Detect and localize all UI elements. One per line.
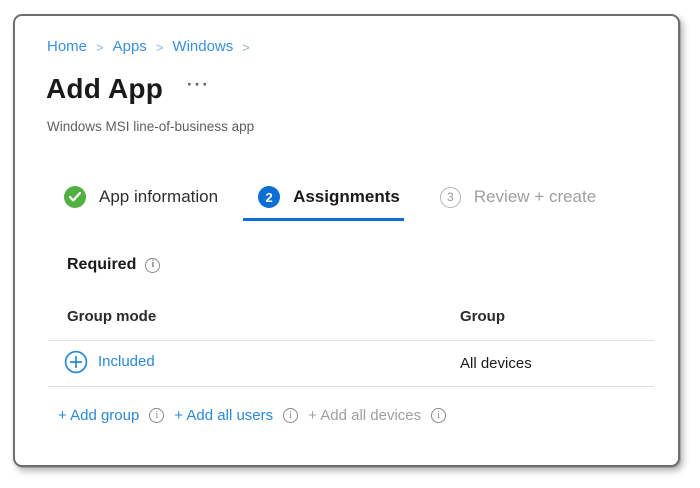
step-label: Review + create bbox=[473, 187, 597, 206]
assignment-actions: + Add group + Add all users + Add all de… bbox=[58, 407, 449, 424]
step-2-badge: 2 bbox=[258, 186, 281, 208]
plus-circle-icon bbox=[64, 350, 88, 373]
required-section-heading: Required bbox=[67, 256, 161, 274]
group-mode-cell: Included bbox=[48, 350, 460, 378]
info-icon[interactable] bbox=[149, 408, 165, 423]
breadcrumb: Home > Apps > Windows > bbox=[47, 38, 250, 55]
breadcrumb-link-apps[interactable]: Apps bbox=[113, 38, 147, 55]
page-subtitle: Windows MSI line-of-business app bbox=[47, 119, 255, 134]
page-title: Add App bbox=[46, 73, 163, 104]
step-3-badge: 3 bbox=[439, 186, 461, 208]
table-row: Included All devices bbox=[48, 341, 654, 386]
included-label: Included bbox=[98, 353, 155, 370]
table-header-row: Group mode Group bbox=[48, 308, 654, 340]
info-icon[interactable] bbox=[283, 408, 299, 423]
breadcrumb-separator: > bbox=[96, 39, 104, 55]
add-group-link[interactable]: + Add group bbox=[58, 407, 139, 424]
breadcrumb-link-home[interactable]: Home bbox=[47, 38, 87, 55]
wizard-steps: App information 2 Assignments 3 Review +… bbox=[64, 186, 597, 221]
add-app-panel: Home > Apps > Windows > Add App ··· Wind… bbox=[13, 14, 680, 467]
column-header-group-mode: Group mode bbox=[67, 308, 157, 325]
step-assignments[interactable]: 2 Assignments bbox=[243, 186, 404, 221]
step-label: App information bbox=[99, 187, 219, 206]
info-icon[interactable] bbox=[145, 257, 161, 273]
step-label: Assignments bbox=[293, 187, 400, 206]
breadcrumb-separator: > bbox=[242, 39, 250, 55]
breadcrumb-link-windows[interactable]: Windows bbox=[172, 38, 233, 55]
add-all-devices-link-disabled: + Add all devices bbox=[308, 407, 422, 424]
divider bbox=[48, 386, 654, 387]
add-all-users-link[interactable]: + Add all users bbox=[174, 407, 273, 424]
required-heading-label: Required bbox=[67, 256, 137, 273]
breadcrumb-separator: > bbox=[155, 39, 164, 55]
column-header-group: Group bbox=[460, 308, 505, 325]
group-cell: All devices bbox=[460, 355, 532, 372]
page-header: Add App ··· bbox=[46, 73, 210, 105]
more-options-button[interactable]: ··· bbox=[187, 75, 210, 95]
checkmark-icon bbox=[64, 186, 86, 208]
included-link[interactable]: Included bbox=[64, 350, 155, 374]
assignments-table: Group mode Group Included All devices bbox=[48, 308, 654, 387]
step-review-create[interactable]: 3 Review + create bbox=[439, 186, 597, 208]
info-icon[interactable] bbox=[431, 408, 447, 423]
step-app-information[interactable]: App information bbox=[64, 186, 218, 208]
